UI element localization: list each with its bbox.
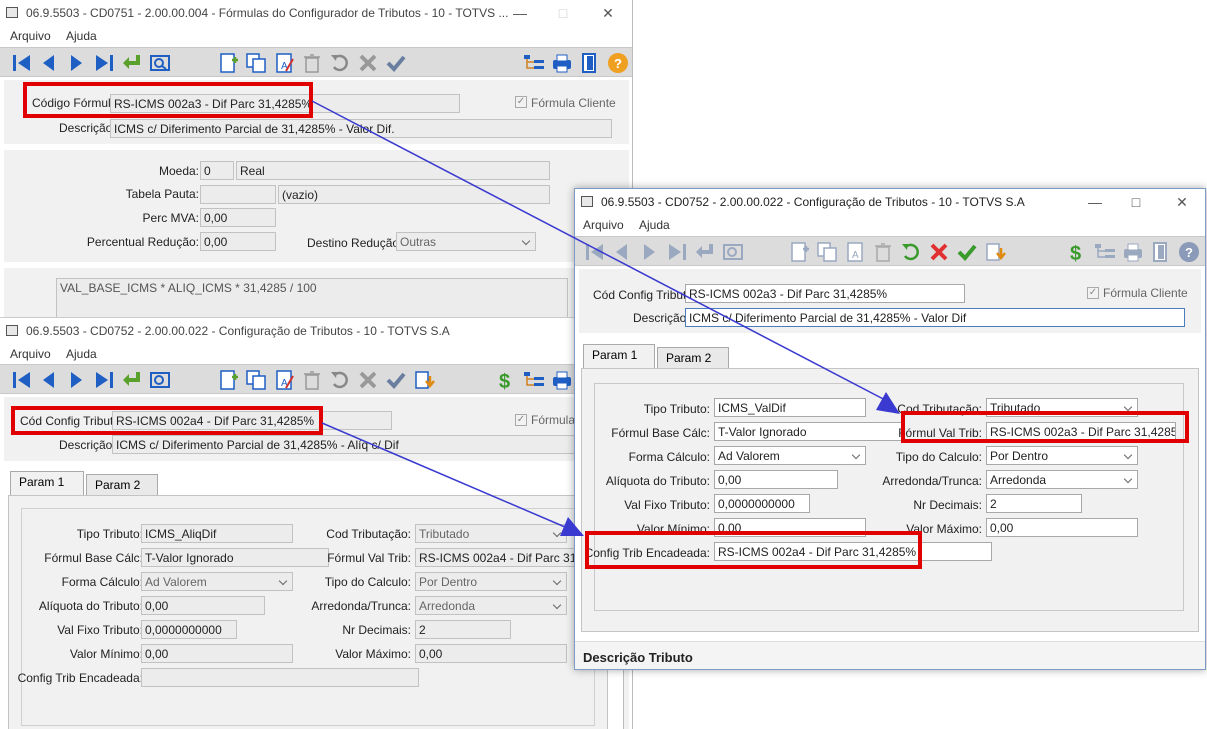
arrow-line-2: [321, 422, 573, 531]
arrow-head-1-icon: [876, 392, 900, 414]
annotation-arrows: [311, 100, 900, 536]
arrow-line-1: [311, 100, 890, 403]
